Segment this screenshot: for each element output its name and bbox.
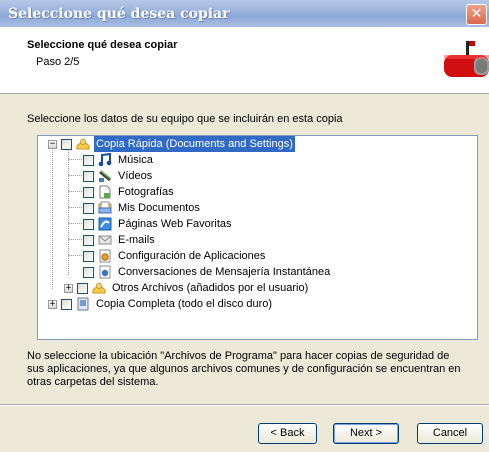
title-bar[interactable]: Seleccione qué desea copiar ✕ bbox=[0, 0, 489, 27]
mailbox-icon bbox=[444, 41, 489, 77]
tree-node-documents[interactable]: Mis Documentos bbox=[83, 200, 202, 216]
tree-node-videos[interactable]: Vídeos bbox=[83, 168, 154, 184]
folder-user-icon bbox=[76, 139, 90, 150]
full-copy-checkbox[interactable] bbox=[61, 298, 72, 310]
window-title: Seleccione qué desea copiar bbox=[8, 6, 230, 22]
emails-checkbox[interactable] bbox=[83, 234, 94, 246]
close-button[interactable]: ✕ bbox=[466, 4, 487, 25]
wizard-body: Seleccione los datos de su equipo que se… bbox=[0, 94, 489, 404]
intro-text: Seleccione los datos de su equipo que se… bbox=[27, 113, 343, 125]
tree-connector bbox=[68, 150, 69, 275]
expand-toggle[interactable]: + bbox=[48, 299, 57, 309]
tree-connector bbox=[68, 175, 82, 176]
header-title: Seleccione qué desea copiar bbox=[27, 39, 178, 51]
emails-label: E-mails bbox=[118, 234, 155, 246]
tree-connector bbox=[52, 150, 53, 289]
tree-node-app-config[interactable]: Configuración de Aplicaciones bbox=[83, 248, 267, 264]
wizard-window: Seleccione qué desea copiar ✕ Seleccione… bbox=[0, 0, 489, 452]
tree-node-favorites[interactable]: Páginas Web Favoritas bbox=[83, 216, 234, 232]
cancel-button[interactable]: Cancel bbox=[417, 423, 483, 444]
app-config-icon bbox=[99, 249, 111, 263]
tree-node-music[interactable]: Música bbox=[83, 152, 155, 168]
tree-node-other-files[interactable]: + Otros Archivos (añadidos por el usuari… bbox=[64, 280, 310, 296]
tree-connector bbox=[68, 255, 82, 256]
videos-checkbox[interactable] bbox=[83, 170, 94, 182]
footer-divider bbox=[0, 404, 489, 406]
email-icon bbox=[98, 235, 112, 245]
wizard-header: Seleccione qué desea copiar Paso 2/5 bbox=[0, 27, 489, 94]
photos-label: Fotografías bbox=[118, 186, 174, 198]
data-tree[interactable]: − Copia Rápida (Documents and Settings) … bbox=[37, 135, 478, 340]
tree-node-full-copy[interactable]: + Copia Completa (todo el disco duro) bbox=[48, 296, 274, 312]
music-checkbox[interactable] bbox=[83, 154, 94, 166]
messenger-label: Conversaciones de Mensajería Instantánea bbox=[118, 266, 331, 278]
next-button[interactable]: Next > bbox=[333, 423, 399, 444]
favorites-checkbox[interactable] bbox=[83, 218, 94, 230]
quick-copy-checkbox[interactable] bbox=[61, 138, 72, 150]
favorites-label: Páginas Web Favoritas bbox=[118, 218, 232, 230]
quick-copy-label: Copia Rápida (Documents and Settings) bbox=[94, 136, 295, 152]
messenger-checkbox[interactable] bbox=[83, 266, 94, 278]
collapse-toggle[interactable]: − bbox=[48, 139, 57, 149]
videos-label: Vídeos bbox=[118, 170, 153, 182]
documents-checkbox[interactable] bbox=[83, 202, 94, 214]
app-config-checkbox[interactable] bbox=[83, 250, 94, 262]
photo-icon bbox=[99, 185, 111, 199]
tree-node-quick-copy[interactable]: − Copia Rápida (Documents and Settings) bbox=[48, 136, 295, 152]
documents-label: Mis Documentos bbox=[118, 202, 200, 214]
tree-node-messenger[interactable]: Conversaciones de Mensajería Instantánea bbox=[83, 264, 332, 280]
messenger-icon bbox=[99, 265, 111, 279]
music-label: Música bbox=[118, 154, 153, 166]
expand-toggle[interactable]: + bbox=[64, 283, 73, 293]
close-icon: ✕ bbox=[470, 6, 483, 22]
documents-icon bbox=[98, 201, 112, 214]
favorites-icon bbox=[98, 217, 112, 231]
video-icon bbox=[99, 170, 112, 182]
info-note: No seleccione la ubicación "Archivos de … bbox=[27, 350, 461, 388]
full-copy-label: Copia Completa (todo el disco duro) bbox=[96, 298, 273, 310]
folder-user-icon bbox=[92, 283, 106, 294]
tree-connector bbox=[68, 223, 82, 224]
other-files-label: Otros Archivos (añadidos por el usuario) bbox=[112, 282, 309, 294]
tree-connector bbox=[68, 159, 82, 160]
tree-connector bbox=[68, 207, 82, 208]
tree-node-emails[interactable]: E-mails bbox=[83, 232, 157, 248]
music-icon bbox=[98, 153, 112, 167]
photos-checkbox[interactable] bbox=[83, 186, 94, 198]
step-indicator: Paso 2/5 bbox=[36, 56, 80, 68]
app-config-label: Configuración de Aplicaciones bbox=[118, 250, 266, 262]
hard-disk-icon bbox=[77, 297, 89, 311]
tree-connector bbox=[68, 239, 82, 240]
back-button[interactable]: < Back bbox=[258, 423, 317, 444]
tree-node-photos[interactable]: Fotografías bbox=[83, 184, 176, 200]
other-files-checkbox[interactable] bbox=[77, 282, 88, 294]
tree-connector bbox=[68, 191, 82, 192]
